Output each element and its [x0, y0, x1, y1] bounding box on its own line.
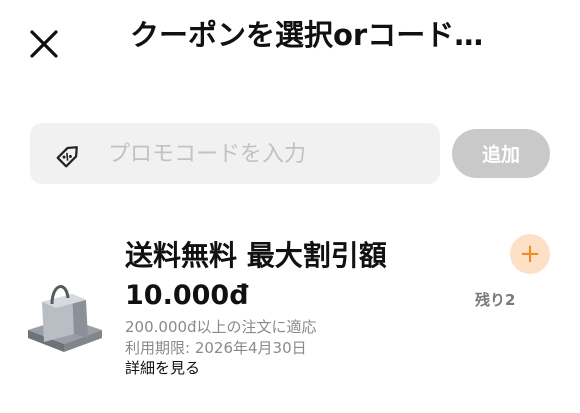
close-icon: [30, 30, 58, 58]
coupon-amount: 10.000đ: [125, 280, 249, 311]
add-coupon-button[interactable]: +: [510, 234, 550, 274]
coupon-title: 送料無料 最大割引額: [125, 239, 387, 272]
promo-code-field[interactable]: [30, 123, 440, 184]
coupon-condition: 200.000đ以上の注文に適応: [125, 318, 317, 336]
remaining-count: 残り2: [475, 291, 516, 309]
coupon-details-link[interactable]: 詳細を見る: [125, 357, 200, 378]
plus-icon: +: [519, 239, 541, 269]
add-button[interactable]: 追加: [452, 129, 550, 178]
close-button[interactable]: [28, 28, 60, 60]
tag-icon: [56, 146, 78, 168]
promo-code-input[interactable]: [106, 133, 430, 175]
coupon-expiry: 利用期限: 2026年4月30日: [125, 339, 307, 357]
page-title: クーポンを選択orコード…: [130, 18, 484, 52]
shopping-bag-icon: [28, 285, 102, 352]
coupon-card: 送料無料 最大割引額 10.000đ 200.000đ以上の注文に適応 利用期限…: [0, 228, 580, 388]
